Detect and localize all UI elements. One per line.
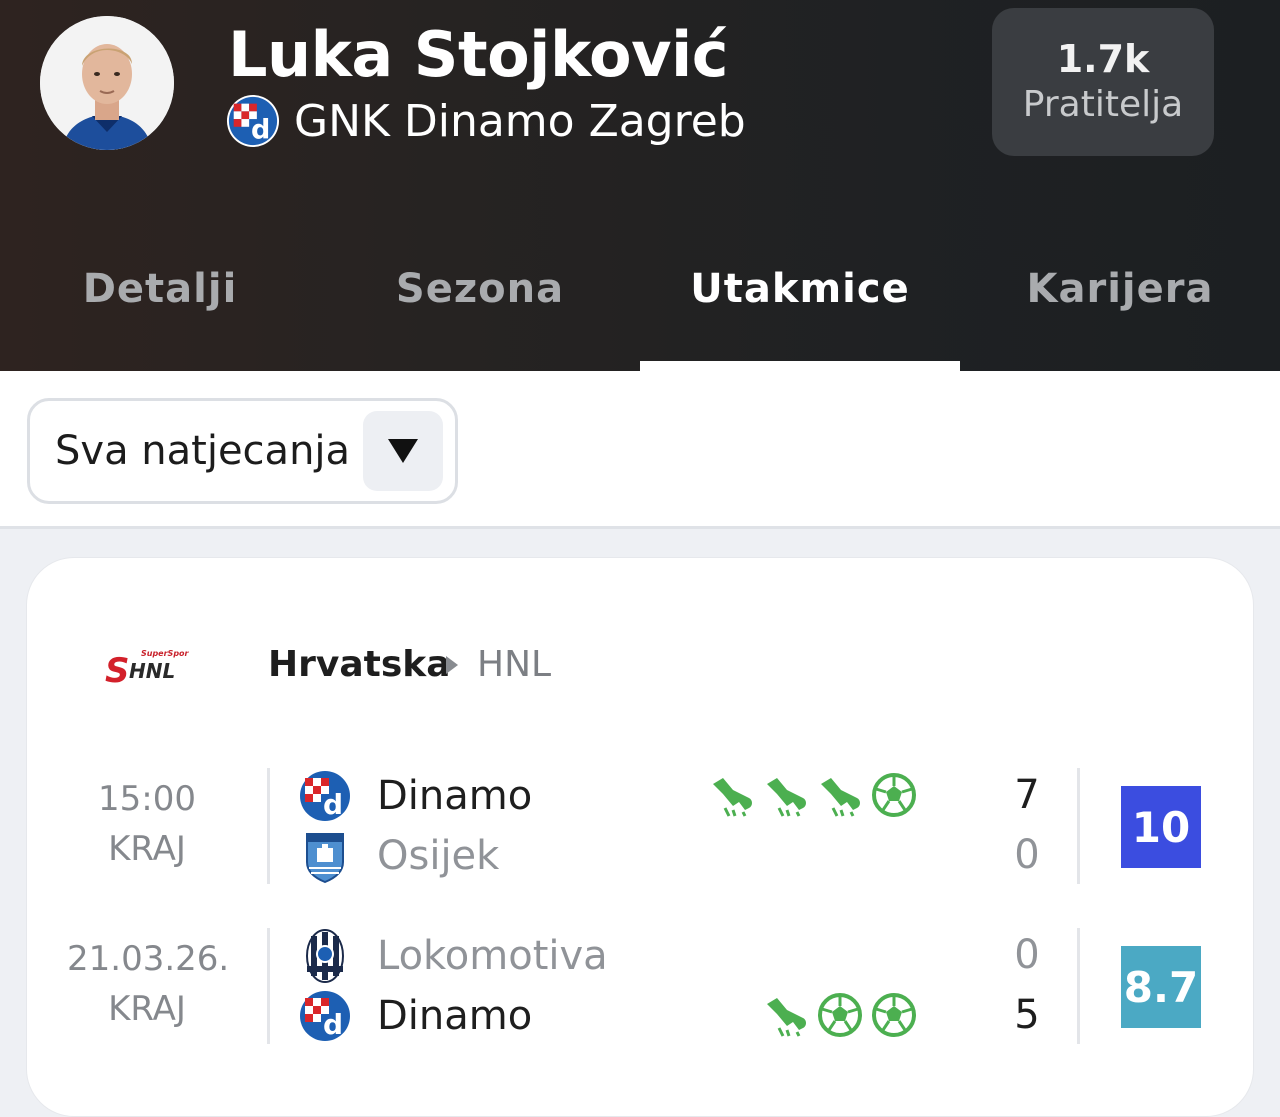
dinamo-logo-icon: d [226,94,280,148]
match-time: 21.03.26. [67,939,230,979]
team-name: Osijek [377,833,500,879]
away-team: d Dinamo [297,986,532,1046]
match-row[interactable]: 15:00 KRAJ d Dinamo Osijek 7 0 10 [27,764,1253,888]
divider [1077,768,1080,884]
dinamo-logo-icon: d [298,989,352,1043]
player-events [709,772,917,818]
away-score: 5 [1014,992,1040,1038]
ball-icon [818,993,862,1037]
divider [267,928,270,1044]
home-team: Lokomotiva [297,926,608,986]
player-header: Luka Stojković d GNK Dinamo Zagreb 1.7k … [0,0,1280,371]
boot-icon [767,998,806,1037]
boot-icon [821,778,860,817]
player-events [763,992,917,1038]
league-header[interactable]: SuperSport S HNL Hrvatska HNL [27,628,1253,704]
filter-bar: Sva natjecanja [0,371,1280,529]
tab-utakmice[interactable]: Utakmice [640,240,960,371]
followers-count: 1.7k [1056,37,1150,81]
player-rating-badge: 10 [1121,786,1201,868]
chevron-right-icon [446,656,458,674]
match-time: 15:00 [98,779,196,819]
svg-text:SuperSport: SuperSport [141,649,189,658]
player-rating-badge: 8.7 [1121,946,1201,1028]
dinamo-logo-icon: d [298,769,352,823]
active-tab-indicator [640,361,960,371]
shnl-logo-icon: SuperSport S HNL [105,649,189,688]
league-country: Hrvatska [268,644,451,685]
boot-icon [713,778,752,817]
home-score: 7 [1014,772,1040,818]
tab-karijera[interactable]: Karijera [960,240,1280,371]
divider [267,768,270,884]
ball-icon [872,993,916,1037]
club-link[interactable]: d GNK Dinamo Zagreb [226,92,746,150]
svg-text:d: d [251,114,270,145]
svg-text:HNL: HNL [129,659,175,683]
home-score: 0 [1014,932,1040,978]
league-name: HNL [477,644,552,685]
svg-text:S: S [105,651,130,688]
lokomotiva-logo-icon [306,929,344,983]
triangle-down-icon [388,439,418,463]
dropdown-toggle-button[interactable] [363,411,443,491]
svg-text:d: d [323,788,343,821]
competition-dropdown-label: Sva natjecanja [55,428,351,474]
team-name: Lokomotiva [377,933,608,979]
club-name[interactable]: GNK Dinamo Zagreb [294,96,746,147]
divider [1077,928,1080,1044]
tab-detalji[interactable]: Detalji [0,240,320,371]
boot-icon [767,778,806,817]
away-team: Osijek [297,826,499,886]
competition-dropdown[interactable]: Sva natjecanja [27,398,458,504]
player-avatar [40,16,174,150]
player-name: Luka Stojković [228,18,729,91]
away-score: 0 [1014,832,1040,878]
svg-text:d: d [323,1008,343,1041]
team-name: Dinamo [377,993,533,1039]
match-status: KRAJ [108,829,186,869]
home-team: d Dinamo [297,766,532,826]
followers-box[interactable]: 1.7k Pratitelja [992,8,1214,156]
matches-card: SuperSport S HNL Hrvatska HNL 15:00 KRAJ… [26,557,1254,1117]
match-status: KRAJ [108,989,186,1029]
team-name: Dinamo [377,773,533,819]
ball-icon [872,773,916,817]
profile-tabs: Detalji Sezona Utakmice Karijera [0,240,1280,371]
osijek-logo-icon [306,833,344,884]
tab-sezona[interactable]: Sezona [320,240,640,371]
match-row[interactable]: 21.03.26. KRAJ Lokomotiva d Dinamo 0 5 8… [27,924,1253,1048]
followers-label: Pratitelja [1022,84,1184,125]
